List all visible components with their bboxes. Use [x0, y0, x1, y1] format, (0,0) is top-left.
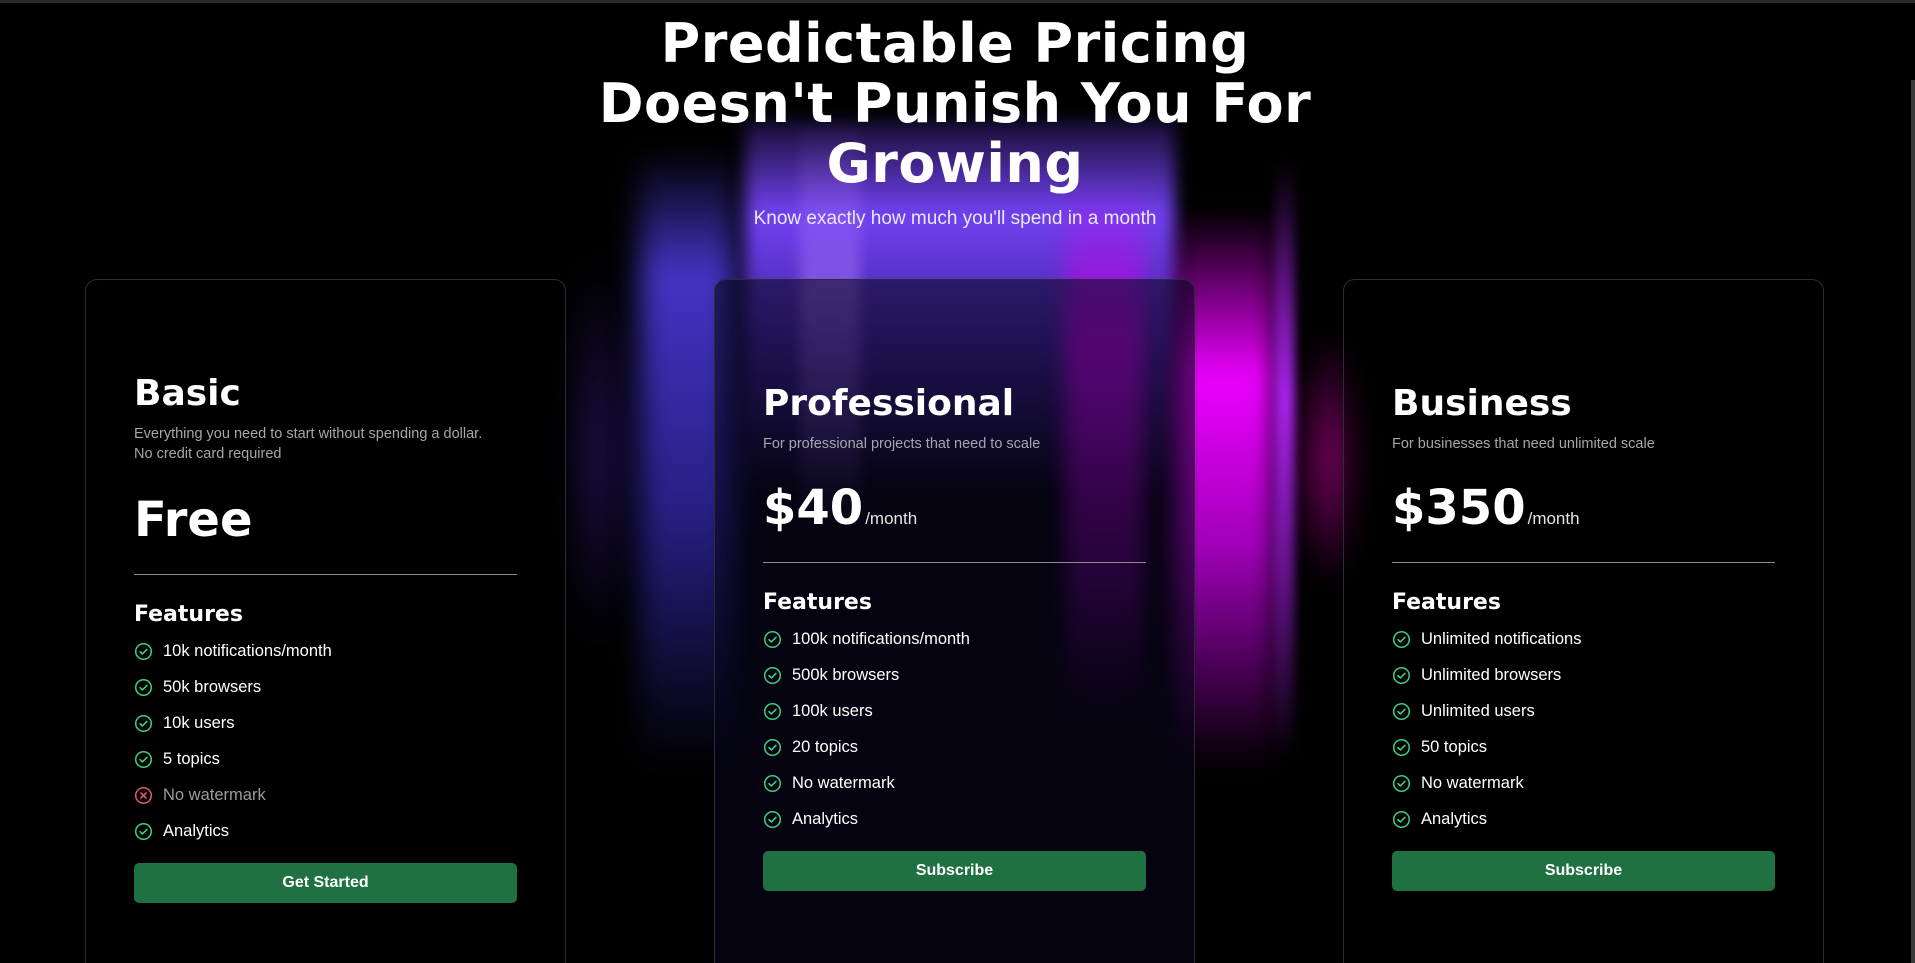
price-row: $40 /month	[763, 480, 1146, 536]
check-circle-icon	[1392, 702, 1411, 720]
glow-beam	[1275, 160, 1295, 760]
feature-item: 500k browsers	[763, 657, 1146, 693]
subscribe-button[interactable]: Subscribe	[763, 851, 1146, 891]
plan-description: For businesses that need unlimited scale	[1392, 436, 1655, 452]
plan-price: $40	[763, 480, 864, 536]
glow-beam	[560, 250, 640, 650]
feature-label: 500k browsers	[792, 665, 900, 684]
feature-list: Unlimited notifications Unlimited browse…	[1392, 621, 1775, 837]
feature-label: Unlimited browsers	[1421, 665, 1562, 684]
plan-card-professional: Professional For professional projects t…	[714, 279, 1195, 963]
plan-name: Basic	[134, 373, 241, 414]
price-row: $350 /month	[1392, 480, 1775, 536]
features-title: Features	[1392, 590, 1501, 615]
divider	[134, 574, 517, 575]
top-border	[0, 0, 1915, 3]
feature-item: Unlimited browsers	[1392, 657, 1775, 693]
feature-label: No watermark	[792, 773, 895, 792]
check-circle-icon	[763, 738, 782, 756]
feature-item: Unlimited users	[1392, 693, 1775, 729]
check-circle-icon	[763, 810, 782, 828]
check-circle-icon	[1392, 666, 1411, 684]
check-circle-icon	[134, 822, 153, 840]
feature-item: 20 topics	[763, 729, 1146, 765]
feature-item: 10k users	[134, 705, 517, 741]
page-subtitle: Know exactly how much you'll spend in a …	[753, 208, 1157, 229]
divider	[1392, 562, 1775, 563]
feature-item: No watermark	[1392, 765, 1775, 801]
feature-label: 100k users	[792, 701, 873, 720]
plan-description: Everything you need to start without spe…	[134, 424, 517, 464]
price-period: /month	[1527, 509, 1580, 528]
feature-label: 20 topics	[792, 737, 859, 756]
check-circle-icon	[1392, 738, 1411, 756]
feature-item: 10k notifications/month	[134, 633, 517, 669]
plan-price: Free	[134, 492, 253, 548]
feature-item: 5 topics	[134, 741, 517, 777]
check-circle-icon	[134, 678, 153, 696]
page-title: Predictable Pricing Doesn't Punish You F…	[560, 14, 1350, 194]
title-line: Predictable Pricing	[660, 12, 1250, 75]
feature-item: 50 topics	[1392, 729, 1775, 765]
scrollbar[interactable]	[1911, 80, 1915, 963]
feature-item: No watermark	[134, 777, 517, 813]
plan-description-line: Everything you need to start without spe…	[134, 426, 483, 442]
plan-name: Business	[1392, 383, 1572, 424]
feature-item: Analytics	[763, 801, 1146, 837]
feature-item: No watermark	[763, 765, 1146, 801]
plan-card-business: Business For businesses that need unlimi…	[1343, 279, 1824, 963]
feature-item: 100k notifications/month	[763, 621, 1146, 657]
feature-list: 100k notifications/month 500k browsers 1…	[763, 621, 1146, 837]
plan-price: $350	[1392, 480, 1526, 536]
feature-item: Analytics	[1392, 801, 1775, 837]
subscribe-button[interactable]: Subscribe	[1392, 851, 1775, 891]
feature-item: 100k users	[763, 693, 1146, 729]
feature-item: Analytics	[134, 813, 517, 849]
feature-item: 50k browsers	[134, 669, 517, 705]
get-started-button[interactable]: Get Started	[134, 863, 517, 903]
plan-name: Professional	[763, 383, 1015, 424]
feature-label: Analytics	[792, 809, 859, 828]
check-circle-icon	[134, 642, 153, 660]
feature-label: Unlimited users	[1421, 701, 1535, 720]
feature-label: Analytics	[163, 821, 230, 840]
feature-label: Analytics	[1421, 809, 1488, 828]
check-circle-icon	[1392, 774, 1411, 792]
x-circle-icon	[134, 786, 153, 804]
feature-label: 10k notifications/month	[163, 641, 332, 660]
hero-section: Predictable Pricing Doesn't Punish You F…	[560, 14, 1350, 230]
plan-description-line: No credit card required	[134, 446, 282, 462]
feature-label: Unlimited notifications	[1421, 629, 1582, 648]
check-circle-icon	[134, 714, 153, 732]
feature-label: 5 topics	[163, 749, 220, 768]
features-title: Features	[763, 590, 872, 615]
feature-item: Unlimited notifications	[1392, 621, 1775, 657]
check-circle-icon	[763, 630, 782, 648]
check-circle-icon	[763, 702, 782, 720]
feature-label: No watermark	[1421, 773, 1524, 792]
features-title: Features	[134, 602, 243, 627]
feature-label: 100k notifications/month	[792, 629, 970, 648]
check-circle-icon	[763, 774, 782, 792]
feature-label: No watermark	[163, 785, 266, 804]
feature-list: 10k notifications/month 50k browsers 10k…	[134, 633, 517, 849]
check-circle-icon	[1392, 630, 1411, 648]
plan-description: For professional projects that need to s…	[763, 436, 1041, 452]
pricing-page: Predictable Pricing Doesn't Punish You F…	[0, 0, 1915, 963]
check-circle-icon	[1392, 810, 1411, 828]
feature-label: 10k users	[163, 713, 235, 732]
check-circle-icon	[763, 666, 782, 684]
title-line: Growing	[826, 132, 1084, 195]
title-line: Doesn't Punish You For	[598, 72, 1312, 135]
check-circle-icon	[134, 750, 153, 768]
price-row: Free	[134, 492, 517, 548]
plan-card-basic: Basic Everything you need to start witho…	[85, 279, 566, 963]
feature-label: 50k browsers	[163, 677, 262, 696]
price-period: /month	[865, 509, 918, 528]
feature-label: 50 topics	[1421, 737, 1488, 756]
divider	[763, 562, 1146, 563]
